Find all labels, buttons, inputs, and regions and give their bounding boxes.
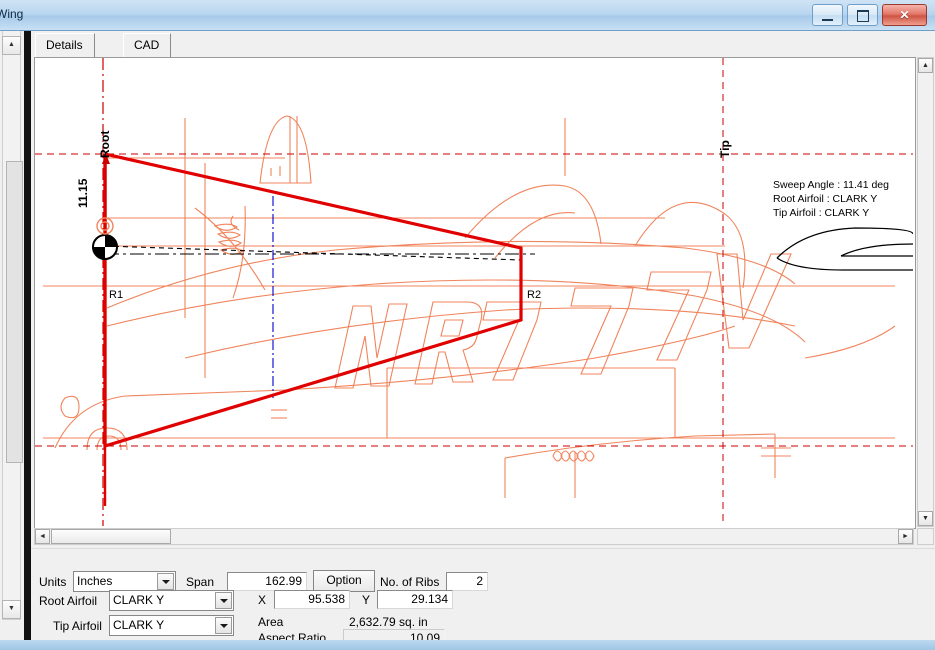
units-label: Units xyxy=(39,575,67,589)
rib1-label: R1 xyxy=(109,289,123,301)
wing-parameters-panel: Units Inches Span 162.99 Option No. of R… xyxy=(31,548,935,650)
wing-window: Wing ✕ Details CAD Root Tip 11.15 R1 R2 … xyxy=(0,0,935,650)
scroll-right-icon[interactable]: ► xyxy=(898,529,913,544)
dimension-label: 11.15 xyxy=(76,178,90,208)
canvas-vertical-scrollbar[interactable]: ▲ ▼ xyxy=(917,57,934,527)
client-area: Details CAD Root Tip 11.15 R1 R2 Sweep A… xyxy=(31,31,935,650)
mac-lines xyxy=(104,245,535,261)
root-airfoil-value: CLARK Y xyxy=(113,593,165,607)
ribs-input[interactable]: 2 xyxy=(446,572,488,591)
window-controls: ✕ xyxy=(812,4,927,26)
window-title: Wing xyxy=(0,7,24,21)
root-airfoil-select[interactable]: CLARK Y xyxy=(109,590,234,611)
chevron-down-icon[interactable] xyxy=(215,617,232,634)
y-input[interactable]: 29.134 xyxy=(377,590,453,609)
airfoil-section-profile xyxy=(776,227,913,271)
tip-airfoil-label: Tip Airfoil xyxy=(53,619,102,633)
tabstrip: Details CAD xyxy=(31,31,935,57)
close-button[interactable]: ✕ xyxy=(882,4,927,26)
span-input[interactable]: 162.99 xyxy=(227,572,307,591)
tab-details[interactable]: Details xyxy=(35,33,95,57)
x-label: X xyxy=(258,593,267,607)
horizontal-scrollbar-thumb[interactable] xyxy=(51,529,171,544)
chevron-down-icon[interactable] xyxy=(215,592,232,609)
close-icon: ✕ xyxy=(899,8,910,22)
rib2-label: R2 xyxy=(527,289,541,301)
maximize-icon xyxy=(857,10,869,22)
tip-airfoil-value: CLARK Y xyxy=(113,618,165,632)
units-value: Inches xyxy=(77,574,113,588)
y-label: Y xyxy=(362,593,371,607)
area-value: 2,632.79 sq. in xyxy=(349,615,428,629)
annotation-root-airfoil: Root Airfoil : CLARK Y xyxy=(773,193,877,205)
cad-drawing-canvas[interactable]: Root Tip 11.15 R1 R2 Sweep Angle : 11.41… xyxy=(34,57,916,529)
canvas-horizontal-scrollbar[interactable]: ◄ ► xyxy=(34,528,914,545)
units-select[interactable]: Inches xyxy=(73,571,176,592)
minimize-button[interactable] xyxy=(812,4,843,26)
tip-airfoil-select[interactable]: CLARK Y xyxy=(109,615,234,636)
scroll-left-icon[interactable]: ◄ xyxy=(35,529,50,544)
wing-planform xyxy=(103,152,523,506)
root-label: Root xyxy=(98,131,112,158)
maximize-button[interactable] xyxy=(847,4,878,26)
span-label: Span xyxy=(186,575,215,589)
tip-label: Tip xyxy=(718,140,732,158)
scroll-down-icon[interactable]: ▼ xyxy=(918,511,933,526)
tab-cad[interactable]: CAD xyxy=(123,33,171,57)
minimize-icon xyxy=(822,19,833,21)
titlebar: Wing ✕ xyxy=(0,0,935,31)
ribs-label: No. of Ribs xyxy=(380,575,440,589)
annotation-sweep-angle: Sweep Angle : 11.41 deg xyxy=(773,179,889,191)
annotation-tip-airfoil: Tip Airfoil : CLARK Y xyxy=(773,207,869,219)
status-strip xyxy=(0,640,935,650)
chevron-down-icon[interactable] xyxy=(157,573,174,590)
scroll-up-icon[interactable]: ▲ xyxy=(918,58,933,73)
area-label: Area xyxy=(258,615,284,629)
cad-drawing: Root Tip 11.15 R1 R2 Sweep Angle : 11.41… xyxy=(35,58,913,526)
application-window: ▲ ▼ Wing ✕ Details CAD Root Tip 11.15 R1… xyxy=(0,0,935,650)
option-button[interactable]: Option xyxy=(313,570,375,592)
scrollbar-corner xyxy=(917,528,934,545)
x-input[interactable]: 95.538 xyxy=(274,590,350,609)
root-airfoil-label: Root Airfoil xyxy=(39,594,98,608)
